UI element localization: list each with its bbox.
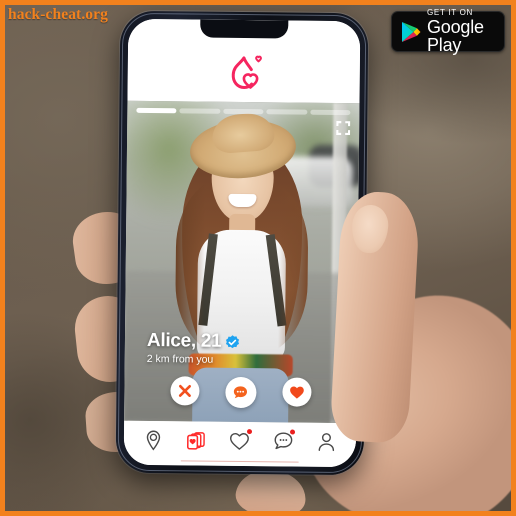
- message-button[interactable]: [224, 376, 257, 409]
- nav-item-chats[interactable]: [272, 429, 296, 452]
- google-play-text: GET IT ON Google Play: [427, 8, 495, 55]
- progress-segment[interactable]: [179, 108, 221, 114]
- profile-name-row: Alice, 21: [147, 330, 241, 353]
- phone-device: Alice, 21 2 km from you: [115, 10, 369, 476]
- profile-card[interactable]: Alice, 21 2 km from you: [124, 100, 360, 424]
- progress-segment[interactable]: [136, 107, 177, 114]
- flame-heart-logo-icon: [221, 52, 267, 94]
- close-x-icon: [178, 384, 191, 397]
- google-play-triangle-icon: [401, 21, 421, 43]
- verified-check-icon: [225, 334, 240, 349]
- google-play-small-label: GET IT ON: [427, 8, 474, 17]
- like-button[interactable]: [281, 377, 312, 407]
- heart-icon: [289, 386, 304, 399]
- notification-badge-dot: [246, 429, 253, 435]
- watermark: hack-cheat.org: [8, 6, 108, 23]
- progress-segment[interactable]: [266, 109, 308, 115]
- person-hair-front: [174, 175, 309, 357]
- google-play-big-label: Google Play: [427, 17, 484, 55]
- location-pin-icon: [146, 430, 161, 450]
- progress-segment[interactable]: [309, 109, 351, 116]
- expand-fullscreen-icon[interactable]: [336, 120, 351, 136]
- profile-photo: [124, 100, 360, 424]
- person-icon: [318, 433, 334, 452]
- profile-distance: 2 km from you: [146, 353, 214, 366]
- chat-bubble-icon: [233, 385, 248, 398]
- nav-item-discover[interactable]: [186, 429, 208, 451]
- profile-info: Alice, 21 2 km from you: [147, 330, 241, 366]
- google-play-badge[interactable]: GET IT ON Google Play: [391, 8, 505, 55]
- nav-item-likes[interactable]: [229, 429, 253, 452]
- nav-item-nearby[interactable]: [142, 429, 164, 451]
- screenshot-root: Alice, 21 2 km from you hack-cheat.org G…: [0, 0, 516, 516]
- dislike-button[interactable]: [169, 376, 200, 406]
- nav-item-profile[interactable]: [315, 431, 337, 453]
- heart-outline-icon: [230, 432, 250, 450]
- action-buttons: [124, 376, 356, 409]
- chat-bubble-outline-icon: [274, 432, 292, 450]
- progress-segment[interactable]: [223, 108, 264, 115]
- cards-stack-icon: [187, 431, 206, 450]
- phone-notch: [200, 19, 289, 39]
- notification-badge-dot: [290, 429, 296, 435]
- phone-screen: Alice, 21 2 km from you: [123, 18, 361, 468]
- profile-name: Alice, 21: [146, 330, 222, 352]
